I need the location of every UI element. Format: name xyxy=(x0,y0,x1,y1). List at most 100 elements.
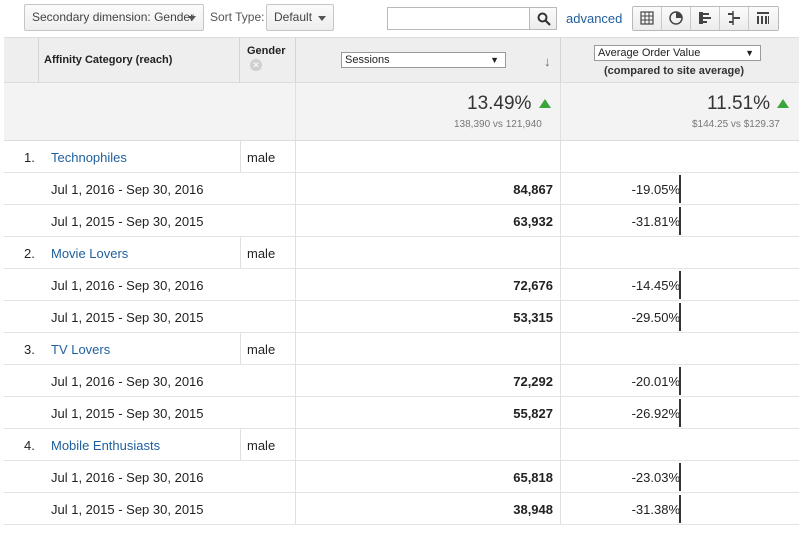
sessions-value: 72,676 xyxy=(513,278,553,293)
sort-type-value: Default xyxy=(274,10,313,24)
aov-value: -19.05% xyxy=(631,182,680,197)
grid-view-icon xyxy=(640,11,654,25)
up-arrow-icon xyxy=(539,99,551,108)
data-table: Affinity Category (reach) Gender ✕ Sessi… xyxy=(4,37,799,525)
period-row: Jul 1, 2015 - Sep 30, 2015 55,827 -26.92% xyxy=(4,397,799,429)
aov-bar xyxy=(679,463,681,491)
metric1-label: Sessions xyxy=(345,54,390,66)
table-row: 4. Mobile Enthusiasts male xyxy=(4,429,799,461)
aov-bar xyxy=(679,175,681,203)
category-link[interactable]: Technophiles xyxy=(51,150,127,165)
view-switcher xyxy=(632,6,779,31)
sessions-total-pct: 13.49% xyxy=(467,93,532,114)
row-number: 3. xyxy=(24,342,35,357)
metric2-subtitle: (compared to site average) xyxy=(604,65,744,77)
period-row: Jul 1, 2015 - Sep 30, 2015 53,315 -29.50% xyxy=(4,301,799,333)
period-row: Jul 1, 2016 - Sep 30, 2016 72,676 -14.45% xyxy=(4,269,799,301)
aov-value: -20.01% xyxy=(631,374,680,389)
aov-total-compare: $144.25 vs $129.37 xyxy=(692,119,780,130)
search-button[interactable] xyxy=(529,7,557,30)
period-row: Jul 1, 2016 - Sep 30, 2016 65,818 -23.03% xyxy=(4,461,799,493)
sort-type-dropdown[interactable]: Default xyxy=(266,4,334,31)
sessions-value: 63,932 xyxy=(513,214,553,229)
up-arrow-icon xyxy=(777,99,789,108)
table-header: Affinity Category (reach) Gender ✕ Sessi… xyxy=(4,37,799,83)
table-row: 2. Movie Lovers male xyxy=(4,237,799,269)
gender-value: male xyxy=(247,246,276,261)
sessions-value: 53,315 xyxy=(513,310,553,325)
row-number: 1. xyxy=(24,150,35,165)
pie-view-button[interactable] xyxy=(662,7,691,30)
sessions-value: 55,827 xyxy=(513,406,553,421)
row-number: 4. xyxy=(24,438,35,453)
period-date: Jul 1, 2016 - Sep 30, 2016 xyxy=(51,470,204,485)
category-link[interactable]: Movie Lovers xyxy=(51,246,128,261)
table-body: 1. Technophiles male Jul 1, 2016 - Sep 30, … xyxy=(4,141,799,525)
comparison-view-button[interactable] xyxy=(720,7,749,30)
metric2-label: Average Order Value xyxy=(598,47,701,59)
period-date: Jul 1, 2015 - Sep 30, 2015 xyxy=(51,502,204,517)
aov-value: -31.81% xyxy=(631,214,680,229)
sessions-total-compare: 138,390 vs 121,940 xyxy=(454,119,542,130)
period-date: Jul 1, 2015 - Sep 30, 2015 xyxy=(51,406,204,421)
comparison-view-icon xyxy=(728,11,740,25)
search-icon xyxy=(537,12,551,26)
totals-row: 13.49% 138,390 vs 121,940 11.51% $144.25… xyxy=(4,83,799,141)
chevron-down-icon: ▼ xyxy=(490,55,499,65)
gender-value: male xyxy=(247,150,276,165)
sessions-value: 72,292 xyxy=(513,374,553,389)
secondary-dimension-label: Secondary dimension: Gender xyxy=(32,10,195,24)
bar-view-icon xyxy=(699,12,711,24)
gender-value: male xyxy=(247,438,276,453)
period-date: Jul 1, 2015 - Sep 30, 2015 xyxy=(51,310,204,325)
secondary-dimension-dropdown[interactable]: Secondary dimension: Gender xyxy=(24,4,204,31)
sort-down-arrow-icon[interactable]: ↓ xyxy=(544,54,551,69)
search-input[interactable] xyxy=(387,7,530,30)
pivot-view-button[interactable] xyxy=(749,7,778,30)
sort-type-label: Sort Type: xyxy=(210,10,265,24)
period-row: Jul 1, 2016 - Sep 30, 2016 84,867 -19.05% xyxy=(4,173,799,205)
period-row: Jul 1, 2016 - Sep 30, 2016 72,292 -20.01% xyxy=(4,365,799,397)
category-link[interactable]: Mobile Enthusiasts xyxy=(51,438,160,453)
chevron-down-icon xyxy=(188,16,196,21)
aov-total-pct: 11.51% xyxy=(707,93,771,114)
pivot-view-icon xyxy=(757,12,769,24)
pie-view-icon xyxy=(669,11,683,25)
metric2-select[interactable]: Average Order Value ▼ xyxy=(594,45,761,61)
category-column-header[interactable]: Affinity Category (reach) xyxy=(44,54,172,66)
bar-view-button[interactable] xyxy=(691,7,720,30)
table-row: 3. TV Lovers male xyxy=(4,333,799,365)
aov-bar xyxy=(679,399,681,427)
metric1-select[interactable]: Sessions ▼ xyxy=(341,52,506,68)
chevron-down-icon: ▼ xyxy=(745,48,754,58)
aov-bar xyxy=(679,495,681,523)
period-date: Jul 1, 2016 - Sep 30, 2016 xyxy=(51,278,204,293)
category-link[interactable]: TV Lovers xyxy=(51,342,110,357)
table-row: 1. Technophiles male xyxy=(4,141,799,173)
period-row: Jul 1, 2015 - Sep 30, 2015 63,932 -31.81% xyxy=(4,205,799,237)
aov-bar xyxy=(679,207,681,235)
period-date: Jul 1, 2015 - Sep 30, 2015 xyxy=(51,214,204,229)
grid-view-button[interactable] xyxy=(633,7,662,30)
period-date: Jul 1, 2016 - Sep 30, 2016 xyxy=(51,182,204,197)
gender-value: male xyxy=(247,342,276,357)
chevron-down-icon xyxy=(318,16,326,21)
sessions-value: 65,818 xyxy=(513,470,553,485)
gender-column-header[interactable]: Gender xyxy=(247,45,286,57)
advanced-link[interactable]: advanced xyxy=(566,11,622,26)
remove-dimension-icon[interactable]: ✕ xyxy=(250,59,262,71)
aov-bar xyxy=(679,367,681,395)
sessions-value: 84,867 xyxy=(513,182,553,197)
period-date: Jul 1, 2016 - Sep 30, 2016 xyxy=(51,374,204,389)
row-number: 2. xyxy=(24,246,35,261)
aov-value: -31.38% xyxy=(631,502,680,517)
aov-value: -26.92% xyxy=(631,406,680,421)
aov-value: -29.50% xyxy=(631,310,680,325)
aov-bar xyxy=(679,303,681,331)
sessions-value: 38,948 xyxy=(513,502,553,517)
aov-value: -14.45% xyxy=(631,278,680,293)
aov-value: -23.03% xyxy=(631,470,680,485)
aov-bar xyxy=(679,271,681,299)
table-toolbar: Secondary dimension: Gender Sort Type: D… xyxy=(0,0,799,37)
period-row: Jul 1, 2015 - Sep 30, 2015 38,948 -31.38% xyxy=(4,493,799,525)
